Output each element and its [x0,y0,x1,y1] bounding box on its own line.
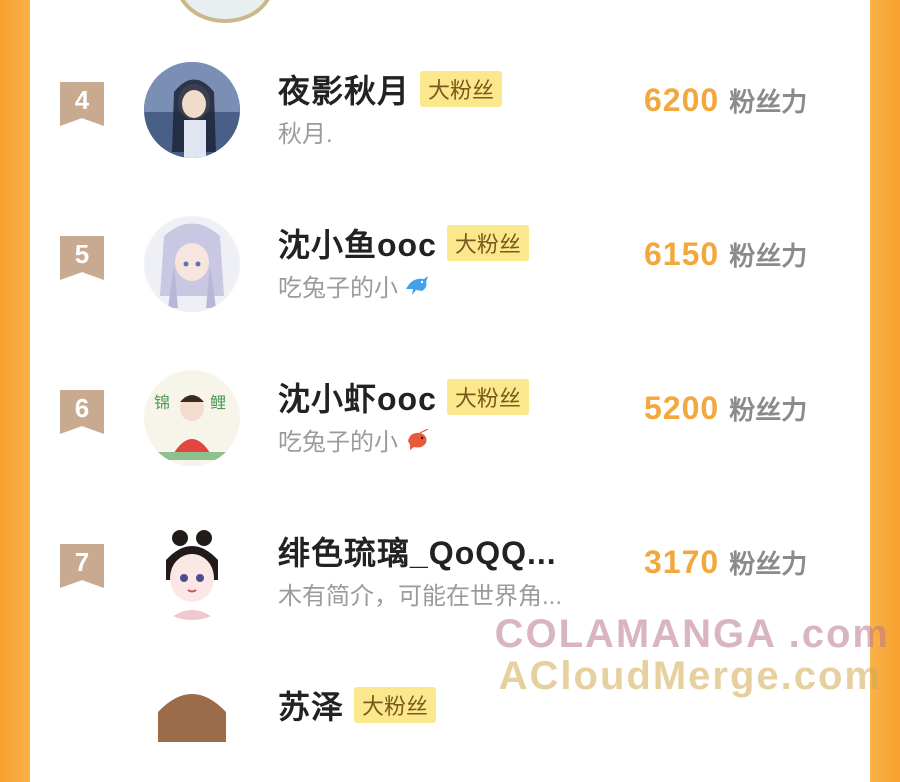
list-item[interactable]: 5 沈小鱼ooc 大粉丝 吃兔子的小 6150 粉丝力 [30,206,870,316]
rank-badge: 5 [60,236,104,280]
user-bio: 吃兔子的小 [278,429,398,456]
user-bio: 吃兔子的小 [278,275,398,302]
fan-badge: 大粉丝 [446,225,529,261]
list-item[interactable]: 苏泽 大粉丝 [30,672,870,782]
fan-badge: 大粉丝 [354,687,437,723]
fan-badge: 大粉丝 [446,379,529,415]
ranking-card: 4 夜影秋月 大粉丝 秋月. 6200 粉丝力 5 沈小鱼ooc 大粉丝 吃兔子… [30,0,870,778]
avatar[interactable] [144,216,240,312]
shrimp-icon [408,428,429,450]
user-name[interactable]: 苏泽 [278,682,344,728]
avatar[interactable] [144,524,240,620]
fan-score-unit: 粉丝力 [729,549,808,579]
svg-text:锦: 锦 [154,393,170,412]
avatar[interactable] [176,0,274,23]
fan-score: 6150 [644,236,720,272]
user-name[interactable]: 沈小鱼ooc [278,220,437,266]
rank-badge: 7 [60,544,104,588]
fan-score-unit: 粉丝力 [729,87,808,117]
list-item[interactable]: 6 锦 鲤 沈小虾ooc 大粉丝 吃兔子的小 5200 粉丝力 [30,360,870,470]
dolphin-icon [406,275,428,295]
fan-score: 5200 [644,390,720,426]
user-bio: 秋月. [278,121,333,148]
user-name[interactable]: 夜影秋月 [278,66,410,112]
fan-score: 6200 [644,82,720,118]
rank-badge: 4 [60,82,104,126]
svg-text:鲤: 鲤 [210,393,226,412]
rank-badge: 6 [60,390,104,434]
fan-score: 3170 [644,544,720,580]
avatar[interactable] [144,682,240,778]
fan-score-unit: 粉丝力 [729,395,808,425]
user-name[interactable]: 绯色琉璃_QoQQ... [278,528,557,574]
list-item[interactable]: 4 夜影秋月 大粉丝 秋月. 6200 粉丝力 [30,52,870,162]
fan-score-unit: 粉丝力 [729,241,808,271]
avatar[interactable]: 锦 鲤 [144,370,240,466]
fan-badge: 大粉丝 [420,71,503,107]
user-bio: 木有简介，可能在世界角... [278,583,563,610]
user-name[interactable]: 沈小虾ooc [278,374,437,420]
list-item[interactable]: 7 绯色琉璃_QoQQ... 木有简介，可能在世界角... 3170 粉丝力 [30,514,870,624]
avatar[interactable] [144,62,240,158]
